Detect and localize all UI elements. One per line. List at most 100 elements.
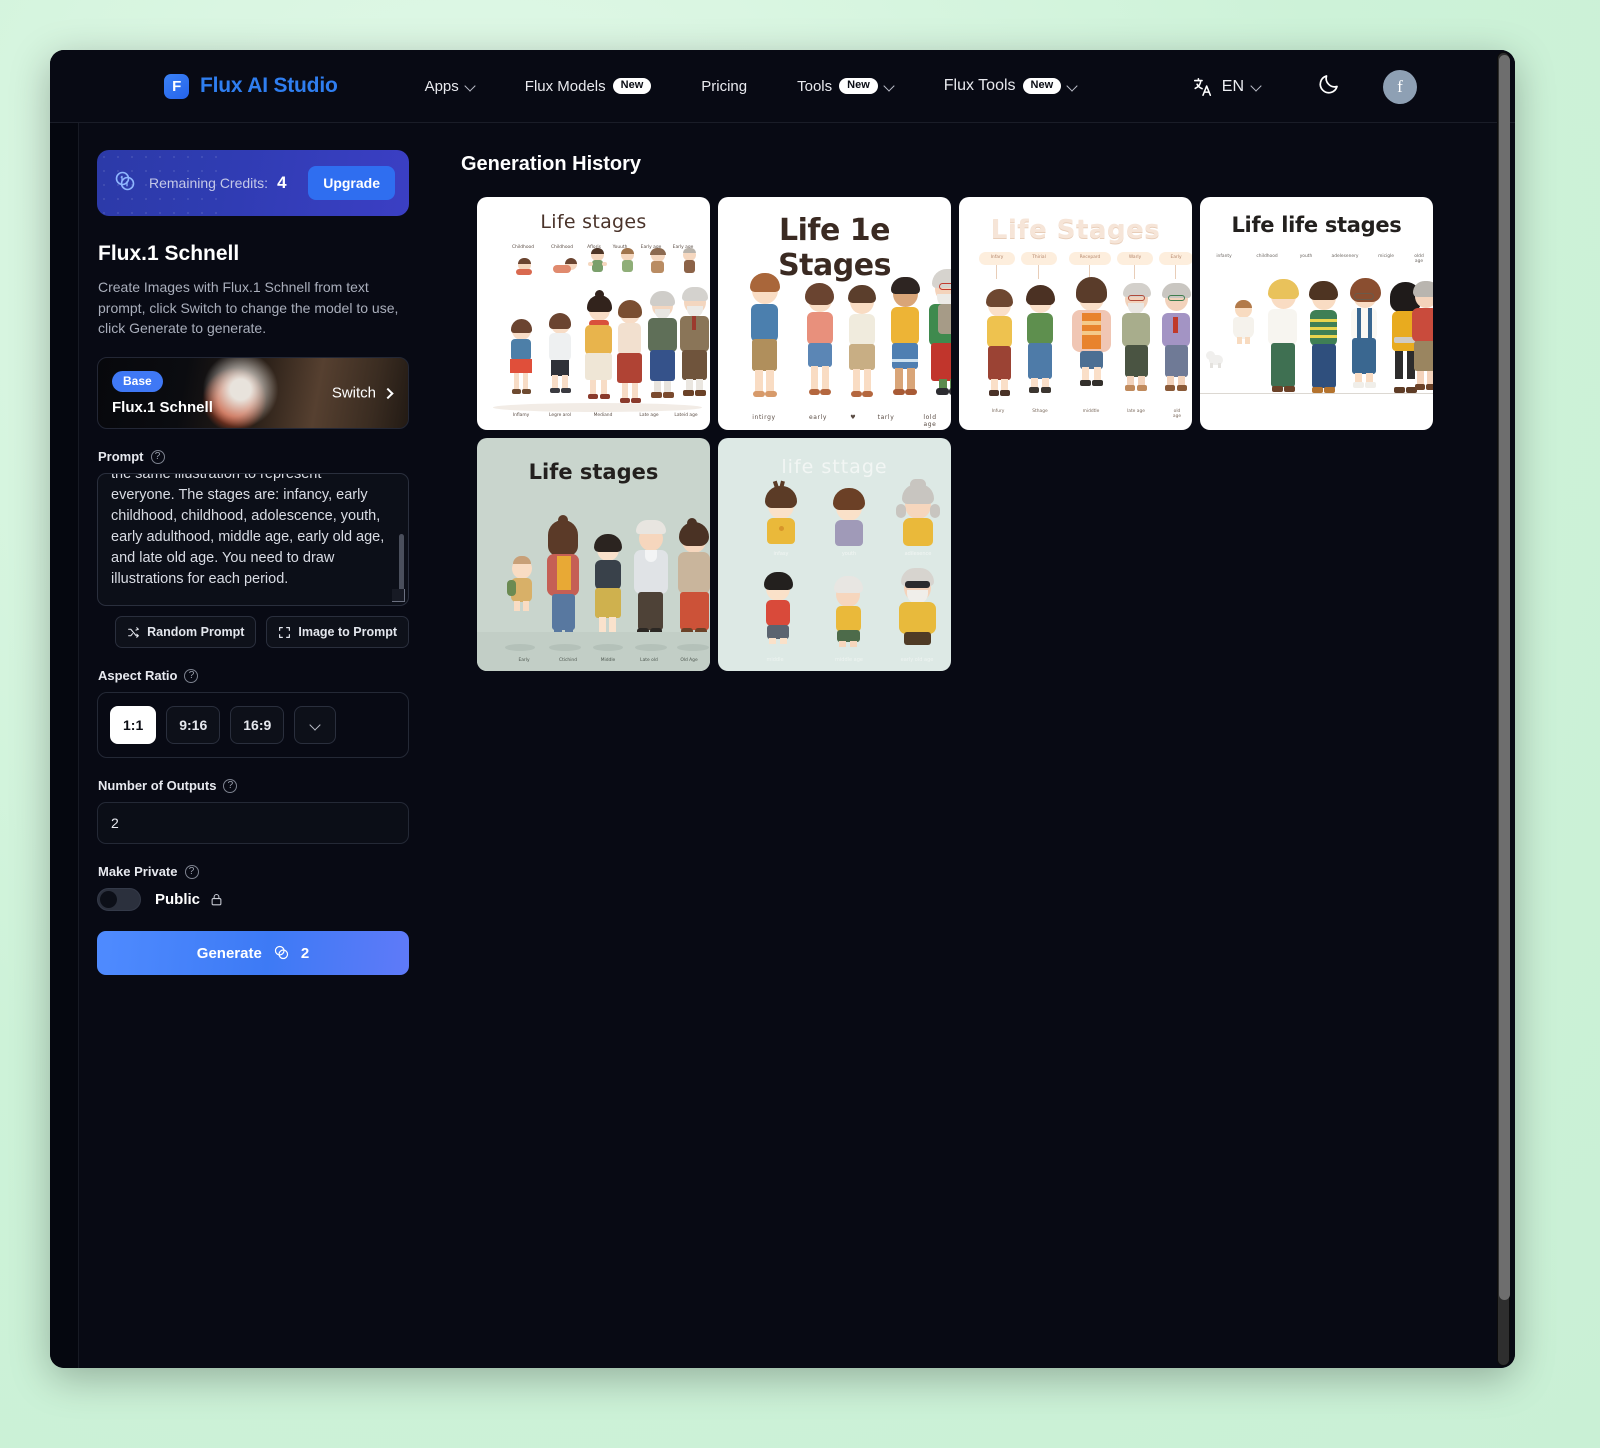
nav-item-flux-models[interactable]: Flux Models New (524, 77, 652, 95)
illustration-title: Life stages (528, 460, 659, 484)
brand-name: Flux AI Studio (200, 74, 338, 97)
make-private-label: Make Private (98, 864, 178, 880)
language-selector[interactable]: EN (1192, 76, 1261, 98)
generate-button[interactable]: Generate 2 (97, 931, 409, 976)
caption: Infury (991, 409, 1005, 414)
caption: Legre arol (549, 413, 571, 418)
expand-frame-icon (279, 626, 291, 638)
nav-item-pricing[interactable]: Pricing (701, 78, 747, 95)
chevron-down-icon (1252, 82, 1261, 91)
app-window: F Flux AI Studio Apps Flux Models New Pr… (50, 50, 1515, 1368)
coins-icon (273, 944, 290, 962)
textarea-resize-handle[interactable] (392, 589, 405, 603)
caption: Thirial (1032, 255, 1046, 260)
nav-label-apps: Apps (424, 77, 459, 95)
illustration-2: Life 1e Stages intirgy early ♥ tarly lol… (718, 197, 951, 430)
image-to-prompt-label: Image to Prompt (298, 625, 397, 640)
aspect-ratio-option-9-16[interactable]: 9:16 (166, 706, 221, 745)
nav-item-apps[interactable]: Apps (425, 78, 475, 95)
prompt-action-buttons: Random Prompt Image to Prompt (97, 616, 409, 649)
translate-icon (1193, 77, 1211, 96)
chevron-down-icon (885, 82, 894, 91)
caption: childhood (1256, 254, 1278, 259)
caption: ♥ (850, 414, 856, 421)
caption: Warly (1128, 255, 1142, 260)
illustration-5: Life stages Early Ctichind Middle Late o… (477, 438, 710, 671)
theme-toggle-button[interactable] (1317, 72, 1341, 101)
illustration-6: life sttage infasy youth adilesence midd… (718, 438, 951, 671)
flux-logo-icon: F (164, 73, 189, 99)
caption: Early (518, 658, 530, 663)
aspect-ratio-option-16-9[interactable]: 16:9 (230, 706, 285, 745)
language-code: EN (1221, 77, 1244, 95)
prompt-label: Prompt (98, 449, 144, 465)
logo-letter: F (172, 77, 181, 95)
caption: micigle (1378, 254, 1394, 259)
model-card-left: Base Flux.1 Schnell (98, 370, 213, 416)
history-card-4[interactable]: Life life stages infanty childhood youth… (1200, 197, 1433, 430)
model-base-pill: Base (112, 370, 163, 392)
nav-item-tools[interactable]: Tools New (797, 78, 894, 95)
aspect-ratio-more-button[interactable] (294, 706, 337, 745)
random-prompt-button[interactable]: Random Prompt (115, 616, 257, 649)
image-to-prompt-button[interactable]: Image to Prompt (266, 616, 409, 649)
history-card-6[interactable]: life sttage infasy youth adilesence midd… (718, 438, 951, 671)
prompt-textarea[interactable]: the same illustration to represent every… (97, 473, 409, 607)
caption: Ctichind (559, 658, 577, 663)
help-icon[interactable]: ? (184, 668, 199, 683)
credits-label: Remaining Credits: (149, 175, 269, 191)
caption: early (808, 414, 828, 421)
caption: Middle (600, 658, 616, 663)
top-navigation-bar: F Flux AI Studio Apps Flux Models New Pr… (50, 50, 1515, 123)
aspect-ratio-label: Aspect Ratio (98, 668, 178, 684)
history-card-5[interactable]: Life stages Early Ctichind Middle Late o… (477, 438, 710, 671)
illustration-title: life sttage (781, 456, 888, 478)
illustration-title: Life 1e Stages (778, 213, 891, 283)
caption: Late old (640, 658, 658, 663)
aspect-ratio-option-1-1[interactable]: 1:1 (110, 706, 157, 745)
illustration-title: Life stages (540, 211, 647, 233)
prompt-scrollbar[interactable] (399, 534, 404, 595)
avatar[interactable]: f (1383, 69, 1417, 104)
nav-label-tools: Tools (797, 77, 833, 95)
nav-item-flux-tools[interactable]: Flux Tools New (944, 77, 1077, 95)
moon-icon (1319, 75, 1338, 94)
aspect-ratio-group: 1:1 9:16 16:9 (97, 692, 409, 759)
history-card-1[interactable]: Life stages Childhood Childhood Afloris … (477, 197, 710, 430)
caption: Lateid age (674, 413, 698, 418)
help-icon[interactable]: ? (223, 778, 238, 793)
switch-model-button[interactable]: Switch (331, 384, 394, 402)
model-switch-card[interactable]: Base Flux.1 Schnell Switch (97, 357, 409, 430)
caption: middtle (1082, 409, 1100, 414)
toggle-knob (100, 891, 117, 909)
generate-label: Generate (196, 944, 262, 962)
chevron-down-icon (1068, 82, 1077, 91)
history-card-3[interactable]: Life Stages Infary Thirial Recepard Warl… (959, 197, 1192, 430)
privacy-toggle[interactable] (97, 888, 141, 912)
caption: oldd age (1414, 254, 1424, 264)
brand-logo-area[interactable]: F Flux AI Studio (164, 73, 338, 99)
model-description: Create Images with Flux.1 Schnell from t… (98, 279, 399, 337)
caption: lold age (923, 414, 937, 428)
caption: tarly (877, 414, 895, 421)
caption: Inflamy (512, 413, 530, 418)
help-icon[interactable]: ? (150, 449, 165, 464)
nav-label-flux-models: Flux Models (524, 77, 606, 95)
illustration-1: Life stages Childhood Childhood Afloris … (477, 197, 710, 430)
caption: late age (1127, 409, 1145, 414)
badge-new-flux-models: New (612, 78, 652, 94)
help-icon[interactable]: ? (184, 864, 199, 879)
model-title: Flux.1 Schnell (98, 242, 240, 265)
history-card-2[interactable]: Life 1e Stages intirgy early ♥ tarly lol… (718, 197, 951, 430)
illustration-3: Life Stages Infary Thirial Recepard Warl… (959, 197, 1192, 430)
outputs-label: Number of Outputs (98, 778, 217, 794)
generate-cost: 2 (300, 944, 310, 962)
badge-new-tools: New (839, 78, 878, 94)
caption: Old Age (680, 658, 698, 663)
upgrade-button[interactable]: Upgrade (308, 166, 395, 200)
chevron-down-icon (311, 721, 320, 730)
scrollbar-thumb[interactable] (1499, 55, 1510, 1300)
switch-label: Switch (331, 384, 376, 402)
page-scrollbar[interactable] (1497, 52, 1510, 1366)
number-of-outputs-input[interactable] (97, 802, 409, 845)
